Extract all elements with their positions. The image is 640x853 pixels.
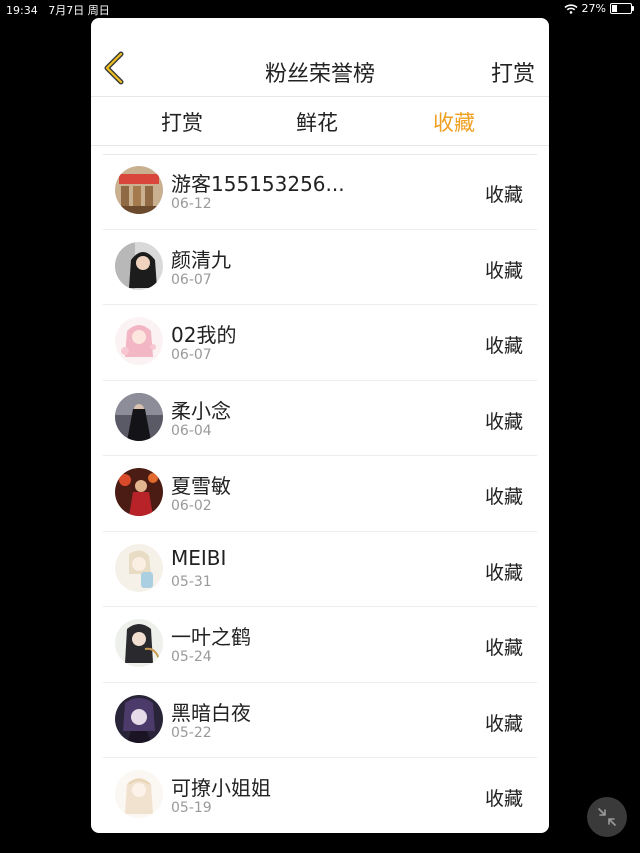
- status-time-date: 19:34 7月7日 周日: [6, 2, 110, 18]
- fan-name: 夏雪敏: [171, 474, 231, 498]
- list-item[interactable]: 黑暗白夜 05-22 收藏: [103, 683, 537, 758]
- collapse-arrows-icon: [598, 808, 616, 826]
- fan-name: 颜清九: [171, 247, 231, 272]
- avatar: [115, 166, 163, 214]
- tab-reward[interactable]: 打赏: [161, 107, 203, 137]
- avatar: [115, 392, 163, 441]
- fan-name: 一叶之鹤: [171, 625, 251, 649]
- battery-percent: 27%: [581, 2, 606, 15]
- fan-date: 06-07: [171, 347, 212, 363]
- tab-flowers[interactable]: 鲜花: [296, 107, 338, 137]
- avatar: [115, 694, 163, 743]
- fan-date: 06-04: [171, 422, 212, 439]
- action-label: 收藏: [484, 637, 523, 659]
- wifi-icon: [564, 3, 578, 14]
- action-label: 收藏: [484, 712, 523, 735]
- collapse-button[interactable]: [587, 797, 627, 837]
- fan-name: 柔小念: [171, 398, 231, 423]
- action-label: 收藏: [484, 486, 523, 508]
- fan-name: 02我的: [171, 323, 237, 347]
- list-item[interactable]: 颜清九 06-07 收藏: [103, 230, 537, 305]
- list-item[interactable]: 02我的 06-07 收藏: [103, 305, 537, 381]
- battery-icon: [610, 3, 634, 14]
- fan-date: 06-07: [171, 271, 212, 288]
- status-date: 7月7日 周日: [48, 4, 110, 17]
- fan-date: 06-02: [171, 498, 212, 514]
- list-item[interactable]: 可撩小姐姐 05-19 收藏: [103, 758, 537, 833]
- status-indicators: 27%: [564, 2, 634, 15]
- list-item[interactable]: 一叶之鹤 05-24 收藏: [103, 607, 537, 683]
- fan-date: 05-24: [171, 649, 212, 665]
- list-item[interactable]: 游客155153256... 06-12 收藏: [103, 154, 537, 230]
- fan-date: 06-12: [171, 196, 212, 212]
- avatar: [115, 543, 163, 592]
- fan-name: 可撩小姐姐: [171, 776, 271, 800]
- list-item[interactable]: 夏雪敏 06-02 收藏: [103, 456, 537, 532]
- battery-fill: [612, 5, 617, 12]
- fan-date: 05-22: [171, 724, 212, 741]
- fans-honor-panel: 粉丝荣誉榜 打赏 打赏 鲜花 收藏 游客155153256... 06-12 收…: [91, 18, 549, 833]
- action-label: 收藏: [484, 788, 523, 810]
- action-label: 收藏: [484, 561, 523, 584]
- avatar: [115, 317, 163, 365]
- avatar: [115, 619, 163, 667]
- list-item[interactable]: MEIBI 05-31 收藏: [103, 532, 537, 607]
- fan-name: MEIBI: [171, 545, 227, 570]
- list-item[interactable]: 柔小念 06-04 收藏: [103, 381, 537, 456]
- action-label: 收藏: [484, 335, 523, 357]
- tab-bar: 打赏 鲜花 收藏: [91, 97, 549, 146]
- status-time: 19:34: [6, 4, 38, 17]
- avatar: [115, 241, 163, 290]
- reward-button[interactable]: 打赏: [491, 56, 535, 88]
- header: 粉丝荣誉榜 打赏: [91, 18, 549, 97]
- avatar: [115, 468, 163, 516]
- fan-date: 05-31: [171, 573, 212, 590]
- fans-list: 游客155153256... 06-12 收藏 颜清九 06-07 收藏 02我…: [91, 154, 549, 833]
- action-label: 收藏: [484, 259, 523, 282]
- tab-favorites[interactable]: 收藏: [433, 107, 475, 137]
- status-bar: 19:34 7月7日 周日 27%: [0, 0, 640, 18]
- action-label: 收藏: [484, 410, 523, 433]
- fan-date: 05-19: [171, 800, 212, 816]
- fan-name: 游客155153256...: [171, 172, 345, 196]
- fan-name: 黑暗白夜: [171, 700, 251, 725]
- avatar: [115, 770, 163, 818]
- action-label: 收藏: [484, 184, 523, 206]
- page-title: 粉丝荣誉榜: [264, 62, 375, 87]
